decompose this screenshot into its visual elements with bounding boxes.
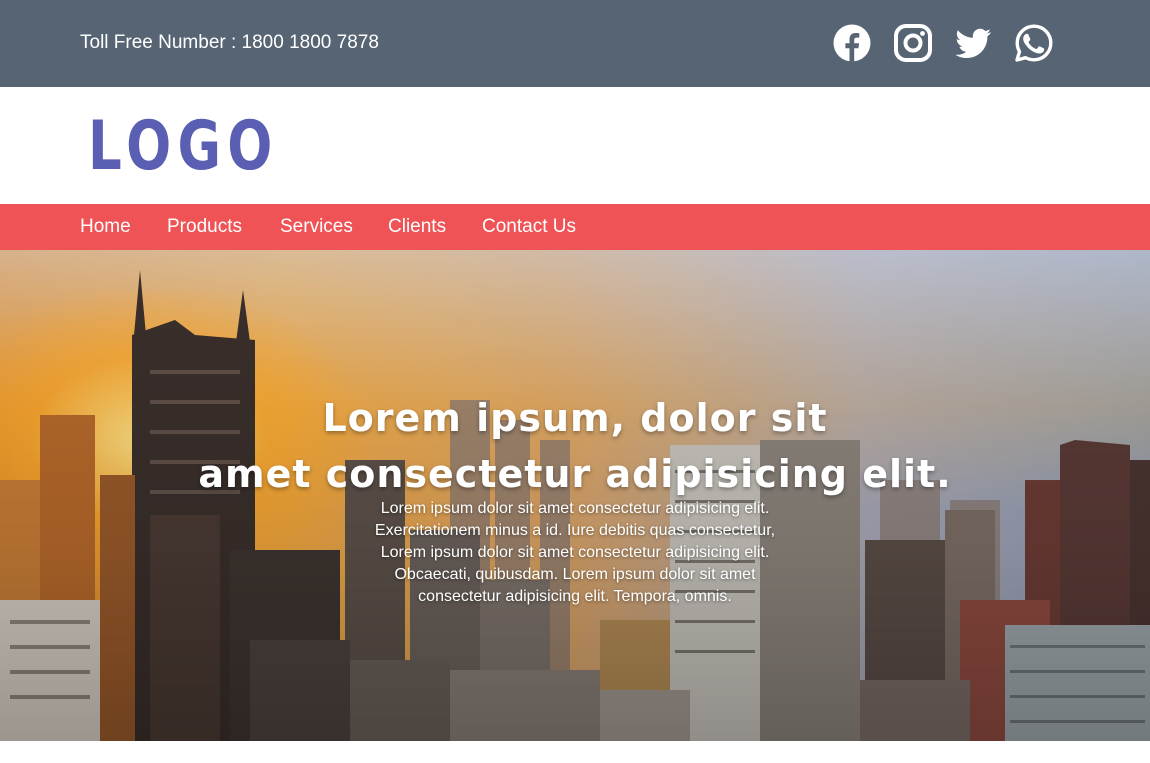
nav-item-clients[interactable]: Clients: [388, 216, 446, 238]
hero-paragraph-line: Lorem ipsum dolor sit amet consectetur a…: [380, 544, 770, 561]
nav-item-products[interactable]: Products: [167, 216, 242, 238]
hero-banner: Lorem ipsum, dolor sit amet consectetur …: [0, 250, 1150, 741]
site-logo[interactable]: LOGO: [88, 110, 279, 184]
twitter-icon: [953, 22, 993, 64]
instagram-link[interactable]: [893, 22, 933, 64]
facebook-link[interactable]: [832, 22, 872, 64]
nav-item-services[interactable]: Services: [280, 216, 353, 238]
facebook-icon: [832, 22, 872, 64]
whatsapp-link[interactable]: [1014, 22, 1054, 64]
hero-heading: Lorem ipsum, dolor sit amet consectetur …: [0, 390, 1150, 502]
toll-free-number: Toll Free Number : 1800 1800 7878: [80, 32, 379, 53]
top-bar: Toll Free Number : 1800 1800 7878: [0, 0, 1150, 87]
hero-heading-line-2: amet consectetur adipisicing elit.: [198, 452, 952, 496]
hero-paragraph-line: consectetur adipisicing elit. Tempora, o…: [418, 588, 732, 605]
whatsapp-icon: [1014, 22, 1054, 64]
hero-paragraph-line: Exercitationem minus a id. Iure debitis …: [374, 522, 776, 539]
main-nav: Home Products Services Clients Contact U…: [0, 204, 1150, 250]
site-header: LOGO: [0, 87, 1150, 204]
instagram-icon: [893, 22, 933, 64]
hero-paragraph: Lorem ipsum dolor sit amet consectetur a…: [335, 498, 815, 608]
hero-paragraph-line: Lorem ipsum dolor sit amet consectetur a…: [380, 500, 770, 517]
hero-paragraph-line: Obcaecati, quibusdam. Lorem ipsum dolor …: [394, 566, 756, 583]
hero-heading-line-1: Lorem ipsum, dolor sit: [322, 396, 828, 440]
nav-item-contact-us[interactable]: Contact Us: [482, 216, 576, 238]
twitter-link[interactable]: [953, 22, 993, 64]
nav-item-home[interactable]: Home: [80, 216, 131, 238]
